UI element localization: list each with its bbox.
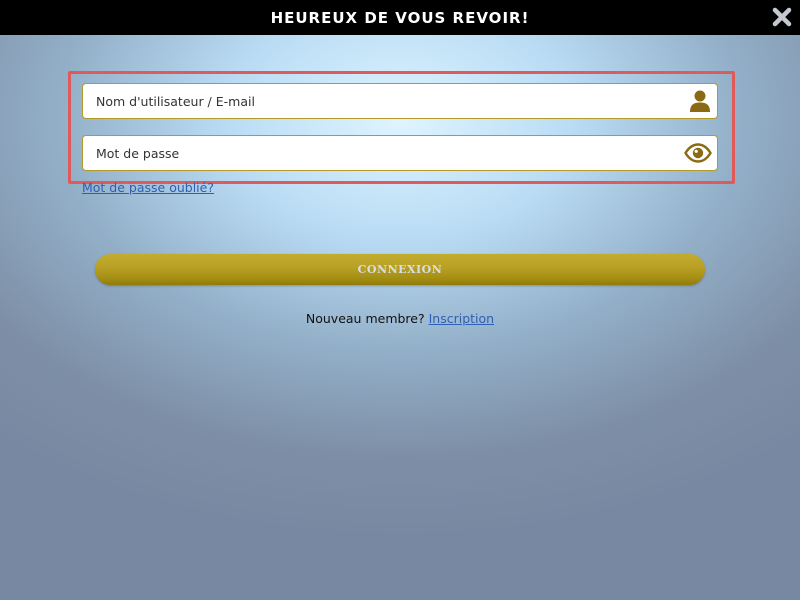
username-input[interactable] <box>83 84 717 118</box>
user-icon <box>689 89 711 113</box>
login-button[interactable]: CONNEXION <box>95 254 705 285</box>
close-button[interactable] <box>770 5 794 29</box>
signup-line: Nouveau membre? Inscription <box>0 311 800 326</box>
close-icon <box>772 7 792 27</box>
eye-icon[interactable] <box>684 143 712 163</box>
forgot-password-link[interactable]: Mot de passe oublié? <box>82 180 214 195</box>
signup-prompt: Nouveau membre? <box>305 311 425 326</box>
signup-link[interactable]: Inscription <box>429 311 495 326</box>
title-bar: HEUREUX DE VOUS REVOIR! <box>0 0 800 35</box>
username-field[interactable] <box>82 83 718 119</box>
password-input[interactable] <box>83 136 717 170</box>
password-field[interactable] <box>82 135 718 171</box>
dialog-title: HEUREUX DE VOUS REVOIR! <box>270 8 530 27</box>
